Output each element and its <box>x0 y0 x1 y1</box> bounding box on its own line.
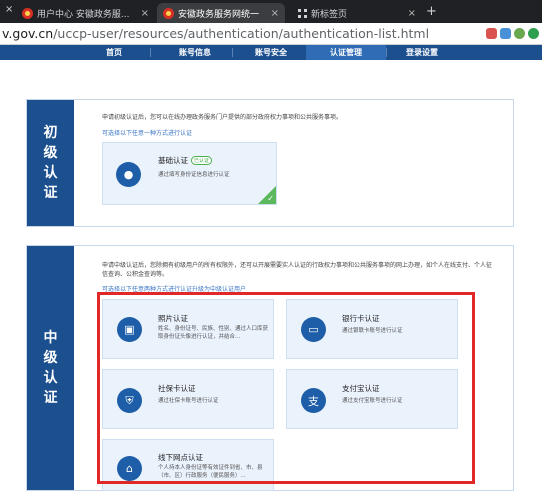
browser-tab-user-center[interactable]: 用户中心 安徽政务服... × <box>16 3 155 23</box>
primary-auth-link[interactable]: 可选择以下任意一种方式进行认证 <box>102 128 192 137</box>
apps-grid-icon <box>298 8 307 18</box>
gov-logo-icon <box>22 7 33 19</box>
browser-tab-new-tab[interactable]: 新标签页 × <box>290 3 422 23</box>
nav-account-info[interactable]: 账号信息 <box>160 45 230 60</box>
nav-divider <box>232 48 233 57</box>
extension-icon[interactable] <box>514 28 525 39</box>
close-icon[interactable]: × <box>408 8 416 19</box>
url-host: v.gov.cn <box>2 26 54 41</box>
new-tab-button[interactable]: + <box>426 4 437 19</box>
url-path: /uccp-user/resources/authentication/auth… <box>53 26 430 41</box>
nav-home[interactable]: 首页 <box>88 45 140 60</box>
primary-auth-description: 申请初级认证后，您可以在线办理政务服务门户提供的部分政府权力事项和公共服务事项。 <box>102 114 343 121</box>
browser-tab-gov-service[interactable]: 安徽政务服务网统一 × <box>157 3 285 23</box>
basic-auth-card[interactable]: ● 基础认证 已认证 通过填写身份证信息进行认证 ✓ <box>102 142 277 205</box>
tab-title: 新标签页 <box>311 9 348 20</box>
intermediate-auth-label: 中 级 认 证 <box>27 246 74 490</box>
nav-account-security[interactable]: 账号安全 <box>236 45 306 60</box>
tab-title: 用户中心 安徽政务服... <box>37 9 130 20</box>
address-bar[interactable]: v.gov.cn/uccp-user/resources/authenticat… <box>0 23 542 45</box>
card-title: 基础认证 已认证 <box>158 155 213 166</box>
extension-icon[interactable] <box>500 28 511 39</box>
gov-logo-icon <box>163 7 174 19</box>
url-text[interactable]: v.gov.cn/uccp-user/resources/authenticat… <box>2 26 429 41</box>
nav-divider <box>150 48 151 57</box>
close-icon[interactable]: × <box>271 8 279 19</box>
nav-auth-management[interactable]: 认证管理 <box>306 45 386 60</box>
site-nav: 首页 账号信息 账号安全 认证管理 登录设置 <box>0 45 542 60</box>
primary-auth-section: 初 级 认 证 申请初级认证后，您可以在线办理政务服务门户提供的部分政府权力事项… <box>26 99 514 227</box>
highlight-box <box>97 292 475 484</box>
extension-icon[interactable] <box>486 28 497 39</box>
intermediate-auth-description: 申请中级认证后，您除拥有初级用户的所有权限外，还可以开展需要实人认证的行政权力事… <box>102 262 493 278</box>
verified-badge: 已认证 <box>191 156 213 165</box>
primary-auth-label: 初 级 认 证 <box>27 100 74 226</box>
browser-tab-bar: × 用户中心 安徽政务服... × 安徽政务服务网统一 × 新标签页 × + <box>0 0 542 23</box>
tab-title: 安徽政务服务网统一 <box>178 9 260 20</box>
person-icon: ● <box>116 162 141 187</box>
card-description: 通过填写身份证信息进行认证 <box>158 172 230 178</box>
extension-icon[interactable] <box>528 28 539 39</box>
nav-login-settings[interactable]: 登录设置 <box>388 45 456 60</box>
nav-divider <box>386 48 387 57</box>
check-icon: ✓ <box>267 194 274 203</box>
close-icon[interactable]: × <box>5 4 13 15</box>
close-icon[interactable]: × <box>141 8 149 19</box>
